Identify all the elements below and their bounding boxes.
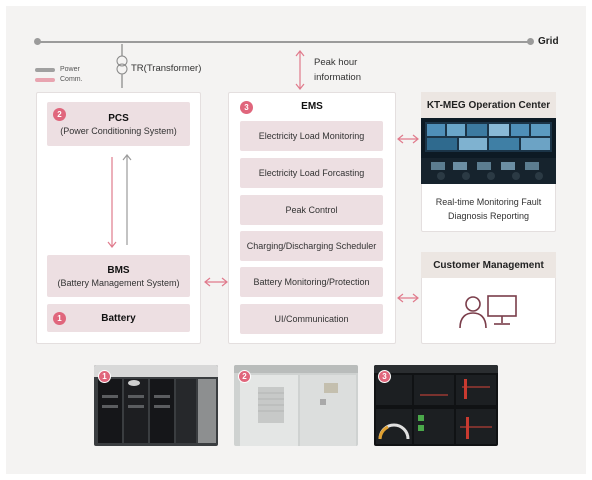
legend-power-label: Power — [60, 66, 80, 73]
ems-title: EMS — [301, 101, 323, 112]
peak-hour-label: Peak hour — [314, 57, 358, 68]
transformer-label: TR(Transformer) — [131, 63, 202, 74]
transformer-icon — [116, 44, 128, 88]
ems-item-battery-monitoring: Battery Monitoring/Protection — [240, 267, 383, 297]
ems-operation-arrow — [397, 134, 419, 144]
grid-start-dot — [34, 38, 41, 45]
battery-rack-photo: 1 — [94, 365, 218, 446]
ems-item-load-monitoring: Electricity Load Monitoring — [240, 121, 383, 151]
battery-title: Battery — [101, 312, 136, 324]
battery-box: Battery — [47, 304, 190, 332]
bms-subtitle: (Battery Management System) — [57, 277, 180, 288]
ems-dashboard-photo: 3 — [374, 365, 498, 446]
customer-management-title: Customer Management — [421, 252, 556, 278]
operation-center-caption-2: Diagnosis Reporting — [447, 211, 530, 221]
ems-item-load-forecasting: Electricity Load Forcasting — [240, 158, 383, 188]
grid-label: Grid — [538, 36, 559, 47]
pcs-box: PCS (Power Conditioning System) — [47, 102, 190, 146]
ems-item-ui-communication: UI/Communication — [240, 304, 383, 334]
operation-center-title: KT-MEG Operation Center — [421, 92, 556, 118]
grid-end-dot — [527, 38, 534, 45]
pcs-title: PCS — [108, 112, 129, 124]
photo-3-badge: 3 — [378, 370, 391, 383]
peak-info-arrow — [295, 50, 305, 90]
pcs-subtitle: (Power Conditioning System) — [60, 125, 177, 136]
bms-ems-arrow — [204, 277, 228, 287]
ems-item-charging-scheduler: Charging/Discharging Scheduler — [240, 231, 383, 261]
ems-item-peak-control: Peak Control — [240, 195, 383, 225]
peak-info-label: information — [314, 72, 361, 83]
operation-center-photo — [421, 118, 556, 184]
legend-comm-label: Comm. — [60, 76, 83, 83]
pcs-cabinet-photo: 2 — [234, 365, 358, 446]
legend-power-swatch — [35, 68, 55, 72]
pcs-bms-arrows — [107, 154, 132, 248]
bms-box: BMS (Battery Management System) — [47, 255, 190, 297]
legend-comm-swatch — [35, 78, 55, 82]
operation-center-caption-1: Real-time Monitoring Fault — [435, 197, 542, 207]
photo-1-badge: 1 — [98, 370, 111, 383]
pcs-number-badge: 2 — [53, 108, 66, 121]
photo-2-badge: 2 — [238, 370, 251, 383]
battery-number-badge: 1 — [53, 312, 66, 325]
user-computer-icon — [459, 295, 517, 329]
grid-power-line — [37, 41, 531, 43]
bms-title: BMS — [107, 264, 130, 276]
ems-customer-arrow — [397, 293, 419, 303]
